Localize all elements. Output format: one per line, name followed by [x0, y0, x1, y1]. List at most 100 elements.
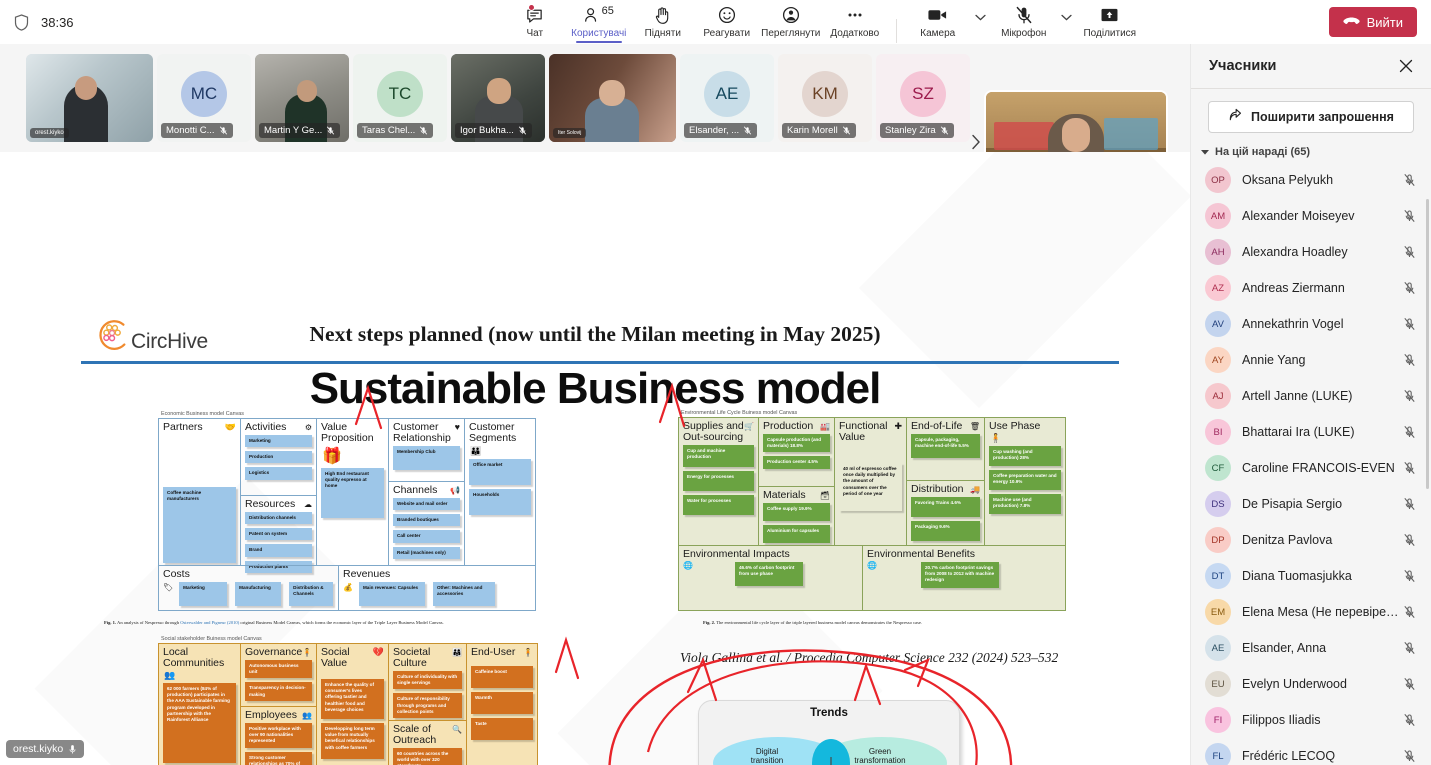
mic-muted-icon [744, 126, 752, 135]
participant-row[interactable]: OP Oksana Pelyukh [1191, 162, 1431, 198]
participant-row[interactable]: DT Diana Tuomasjukka [1191, 558, 1431, 594]
filmstrip-next-button[interactable] [965, 130, 987, 154]
green-transformation-label: Green transformation [854, 747, 906, 765]
mic-muted-icon[interactable] [1401, 281, 1417, 295]
participant-row[interactable]: FI Filippos Iliadis [1191, 702, 1431, 738]
microphone-chevron-down-icon[interactable] [1057, 1, 1077, 43]
toolbar-button-share[interactable]: Поділитися [1079, 1, 1141, 43]
canvas-note: Other: Machines and accessories [432, 582, 495, 606]
participant-row[interactable]: AZ Andreas Ziermann [1191, 270, 1431, 306]
mic-muted-icon[interactable] [1401, 461, 1417, 475]
toolbar-button-camera[interactable]: Камера [907, 1, 969, 43]
col-header: Functional Value ✚ [839, 420, 902, 443]
video-tile-igor[interactable]: Igor Bukha... [451, 54, 545, 142]
canvas-col-customer-relationship: Customer Relationship ♥ Membership Club … [389, 419, 465, 565]
canvas-bottom-costs: Costs 🏷 Marketing Manufacturing Distribu… [159, 566, 339, 610]
mic-muted-icon[interactable] [1401, 425, 1417, 439]
toolbar-button-microphone[interactable]: Мікрофон [993, 1, 1055, 43]
participant-name: Oksana Pelyukh [1242, 173, 1334, 187]
toolbar-button-raise-hand[interactable]: Підняти [632, 1, 694, 43]
social-stakeholder-canvas: Social stakeholder Buiness model Canvas … [158, 636, 538, 765]
canvas-col-governance: Governance 🧍 Autonomous business unit Tr… [241, 644, 317, 765]
participants-panel: Учасники Поширити запрошення На цій нара… [1190, 44, 1431, 765]
participant-row[interactable]: AE Elsander, Anna [1191, 630, 1431, 666]
participant-row[interactable]: EM Elena Mesa (Не перевірено) [1191, 594, 1431, 630]
participant-row[interactable]: AJ Artell Janne (LUKE) [1191, 378, 1431, 414]
mic-muted-icon[interactable] [1401, 389, 1417, 403]
participants-list[interactable]: OP Oksana Pelyukh AM Alexander Moiseyev AH… [1191, 162, 1431, 765]
participant-name: Alexander Moiseyev [1242, 209, 1355, 223]
mic-muted-icon[interactable] [1401, 641, 1417, 655]
video-tile-martin[interactable]: Martin Y Ge... [255, 54, 349, 142]
toolbar-button-react[interactable]: Реагувати [696, 1, 758, 43]
panel-divider [1191, 88, 1431, 89]
mic-icon [69, 744, 76, 753]
participant-row[interactable]: EU Evelyn Underwood [1191, 666, 1431, 702]
avatar: AE [1205, 635, 1231, 661]
mic-muted-icon[interactable] [1401, 245, 1417, 259]
share-invite-label: Поширити запрошення [1251, 110, 1394, 124]
toolbar-button-participants[interactable]: 65 Користувачі [568, 1, 630, 43]
mic-muted-icon[interactable] [1401, 749, 1417, 763]
canvas-note: High End restaurant quality espresso at … [321, 468, 384, 518]
people-icon: 65 [584, 5, 614, 25]
panel-scrollbar[interactable] [1426, 199, 1429, 489]
avatar-initials: SZ [912, 84, 934, 104]
avatar: CF [1205, 455, 1231, 481]
toolbar-button-more[interactable]: Додатково [824, 1, 886, 43]
camera-chevron-down-icon[interactable] [971, 1, 991, 43]
mic-muted-icon[interactable] [1401, 533, 1417, 547]
shared-content-stage[interactable]: CircHive Next steps planned (now until t… [0, 152, 1190, 765]
video-tile-orest[interactable]: orest.kiyko [26, 54, 153, 142]
mic-muted-icon[interactable] [1401, 569, 1417, 583]
canvas-note: Developping long term value from mutuall… [321, 723, 384, 759]
mic-muted-icon[interactable] [1401, 317, 1417, 331]
col-header: Use Phase [989, 420, 1041, 432]
participant-row[interactable]: CF Caroline FRANCOIS-EVEN [1191, 450, 1431, 486]
video-tile-monotti[interactable]: MC Monotti C... [157, 54, 251, 142]
avatar: EM [1205, 599, 1231, 625]
close-icon[interactable] [1395, 55, 1417, 77]
participant-row[interactable]: DP Denitza Pavlova [1191, 522, 1431, 558]
participant-row[interactable]: FL Frédéric LECOQ [1191, 738, 1431, 765]
participant-name: Bhattarai Ira (LUKE) [1242, 425, 1355, 439]
participant-row[interactable]: BI Bhattarai Ira (LUKE) [1191, 414, 1431, 450]
participant-row[interactable]: AV Annekathrin Vogel [1191, 306, 1431, 342]
participant-name: Elsander, Anna [1242, 641, 1327, 655]
canvas-col-local-communities: Local Communities 👥 62 000 farmers (84% … [159, 644, 241, 765]
participant-row[interactable]: DS De Pisapia Sergio [1191, 486, 1431, 522]
canvas-sub-materials: Materials 🗃 Coffee supply 19.9% Aluminiu… [759, 486, 834, 545]
video-tile-karin[interactable]: KM Karin Morell [778, 54, 872, 142]
mic-muted-icon[interactable] [1401, 677, 1417, 691]
mic-muted-icon[interactable] [1401, 605, 1417, 619]
mic-muted-icon[interactable] [1401, 497, 1417, 511]
col-header: Channels 📢 [393, 484, 460, 496]
tile-label: Karin Morell [782, 123, 856, 138]
mic-muted-icon[interactable] [1401, 209, 1417, 223]
mic-muted-icon[interactable] [1401, 713, 1417, 727]
share-invite-button[interactable]: Поширити запрошення [1208, 101, 1414, 133]
toolbar-button-view[interactable]: Переглянути [760, 1, 822, 43]
canvas-note: Brand [245, 544, 312, 557]
participant-row[interactable]: AY Annie Yang [1191, 342, 1431, 378]
leave-meeting-button[interactable]: Вийти [1328, 7, 1417, 37]
participant-name: Frédéric LECOQ [1242, 749, 1336, 763]
canvas-sub-distribution: Distribution 🚚 Favoring Trains 4.6% Pack… [907, 480, 984, 545]
view-icon [782, 5, 800, 25]
broken-heart-icon: 💔 [372, 647, 384, 657]
video-tile-taras[interactable]: TC Taras Chel... [353, 54, 447, 142]
tag-icon: 🏷 [163, 583, 174, 592]
mic-muted-icon[interactable] [1401, 353, 1417, 367]
video-tile-elsander[interactable]: AE Elsander, ... [680, 54, 774, 142]
participant-name: Caroline FRANCOIS-EVEN [1242, 461, 1395, 475]
video-tile-stanley[interactable]: SZ Stanley Zira [876, 54, 970, 142]
share-invite-icon [1228, 108, 1243, 126]
video-tile-iter[interactable]: Iter Solovij [549, 54, 676, 142]
moneybag-icon: 💰 [343, 583, 353, 592]
participant-row[interactable]: AH Alexandra Hoadley [1191, 234, 1431, 270]
mic-muted-icon[interactable] [1401, 173, 1417, 187]
participant-row[interactable]: AM Alexander Moiseyev [1191, 198, 1431, 234]
toolbar-label-camera: Камера [920, 28, 956, 39]
in-meeting-group-header[interactable]: На цій нараді (65) [1201, 146, 1431, 158]
toolbar-button-chat[interactable]: Чат [504, 1, 566, 43]
